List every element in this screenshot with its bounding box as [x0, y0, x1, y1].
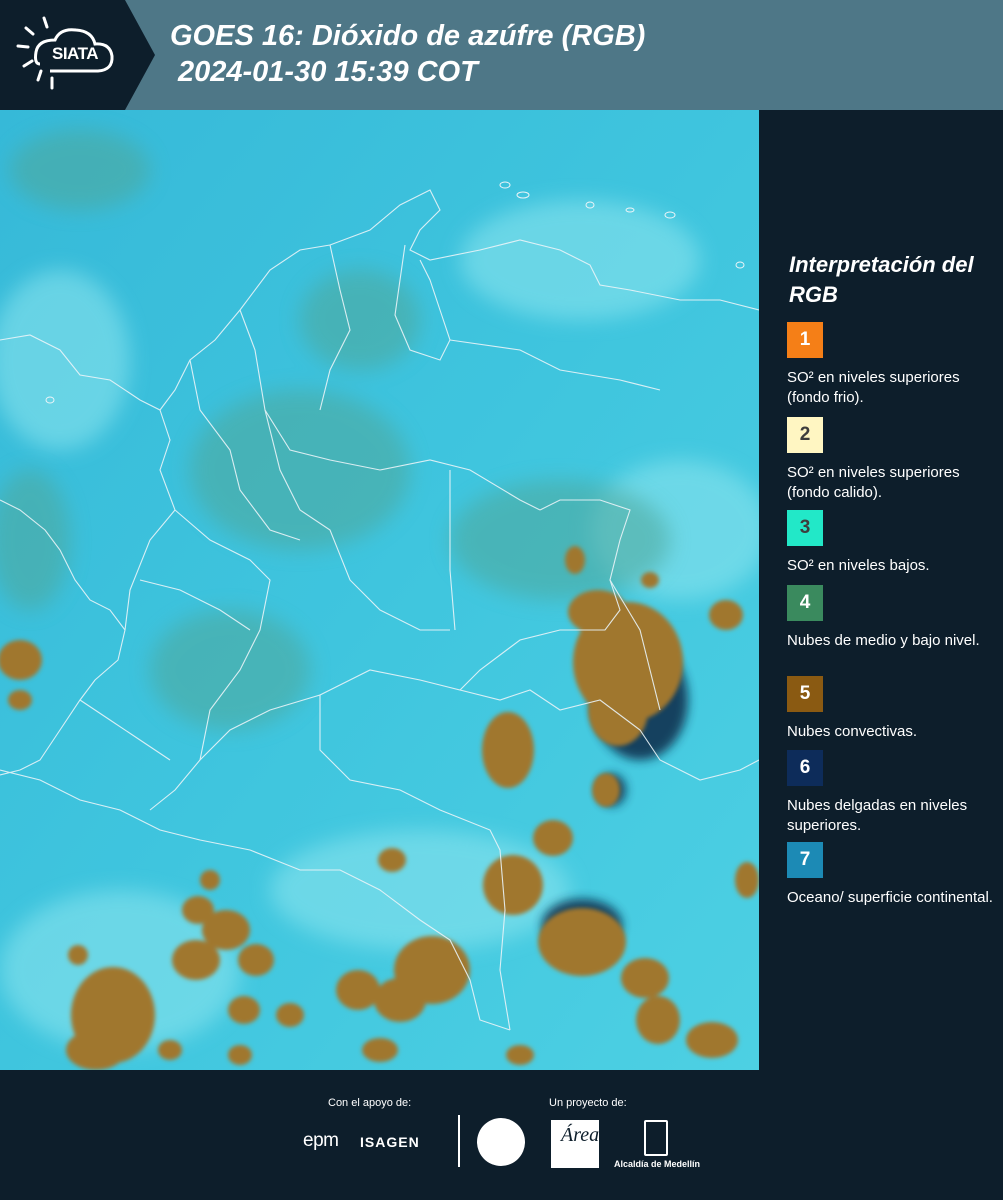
- legend-label-5: Nubes convectivas.: [787, 723, 918, 740]
- legend-item-6: 6 Nubes delgadas en niveles superiores.: [787, 750, 997, 836]
- siata-logo: SIATA: [0, 0, 160, 110]
- alcaldia-shield-icon: [644, 1120, 668, 1156]
- legend-swatch-6: 6: [787, 750, 823, 786]
- legend-label-3: SO² en niveles bajos.: [787, 557, 930, 574]
- legend-label-6: Nubes delgadas en niveles superiores.: [787, 797, 968, 834]
- legend-panel: Interpretación del RGB 1 SO² en niveles …: [759, 110, 1003, 1070]
- satellite-map[interactable]: [0, 110, 759, 1070]
- legend-title: Interpretación del RGB: [789, 252, 974, 307]
- legend-swatch-7: 7: [787, 842, 823, 878]
- legend-item-4: 4 Nubes de medio y bajo nivel.: [787, 585, 997, 651]
- epm-logo: epm: [303, 1130, 339, 1151]
- legend-swatch-5: 5: [787, 676, 823, 712]
- legend-swatch-3: 3: [787, 510, 823, 546]
- legend-swatch-4: 4: [787, 585, 823, 621]
- medellin-seal-icon: [477, 1118, 525, 1166]
- legend-label-4: Nubes de medio y bajo nivel.: [787, 632, 980, 649]
- header-bar: SIATA GOES 16: Dióxido de azúfre (RGB) 2…: [0, 0, 1003, 110]
- legend-label-1: SO² en niveles superiores (fondo frio).: [787, 369, 960, 406]
- legend-swatch-2: 2: [787, 417, 823, 453]
- logo-text: SIATA: [52, 44, 98, 63]
- legend-item-1: 1 SO² en niveles superiores (fondo frio)…: [787, 322, 997, 408]
- legend-item-2: 2 SO² en niveles superiores (fondo calid…: [787, 417, 997, 503]
- area-metropolitana-logo: Área: [551, 1120, 599, 1168]
- legend-label-2: SO² en niveles superiores (fondo calido)…: [787, 464, 960, 501]
- footer-bar: Con el apoyo de: Un proyecto de: epm ISA…: [0, 1070, 1003, 1200]
- legend-item-7: 7 Oceano/ superficie continental.: [787, 842, 997, 908]
- legend-item-3: 3 SO² en niveles bajos.: [787, 510, 997, 576]
- alcaldia-logo-text: Alcaldía de Medellín: [614, 1159, 701, 1169]
- legend-item-5: 5 Nubes convectivas.: [787, 676, 997, 742]
- title-line-1: GOES 16: Dióxido de azúfre (RGB): [170, 20, 646, 52]
- area-logo-text: Área: [561, 1124, 600, 1146]
- support-label: Con el apoyo de:: [328, 1097, 412, 1109]
- legend-swatch-1: 1: [787, 322, 823, 358]
- legend-label-7: Oceano/ superficie continental.: [787, 889, 993, 906]
- isagen-logo: ISAGEN: [360, 1134, 420, 1150]
- footer-divider: [458, 1115, 460, 1167]
- page-title: GOES 16: Dióxido de azúfre (RGB) 2024-01…: [170, 18, 645, 90]
- project-label: Un proyecto de:: [549, 1097, 627, 1109]
- title-line-2: 2024-01-30 15:39 COT: [178, 56, 478, 88]
